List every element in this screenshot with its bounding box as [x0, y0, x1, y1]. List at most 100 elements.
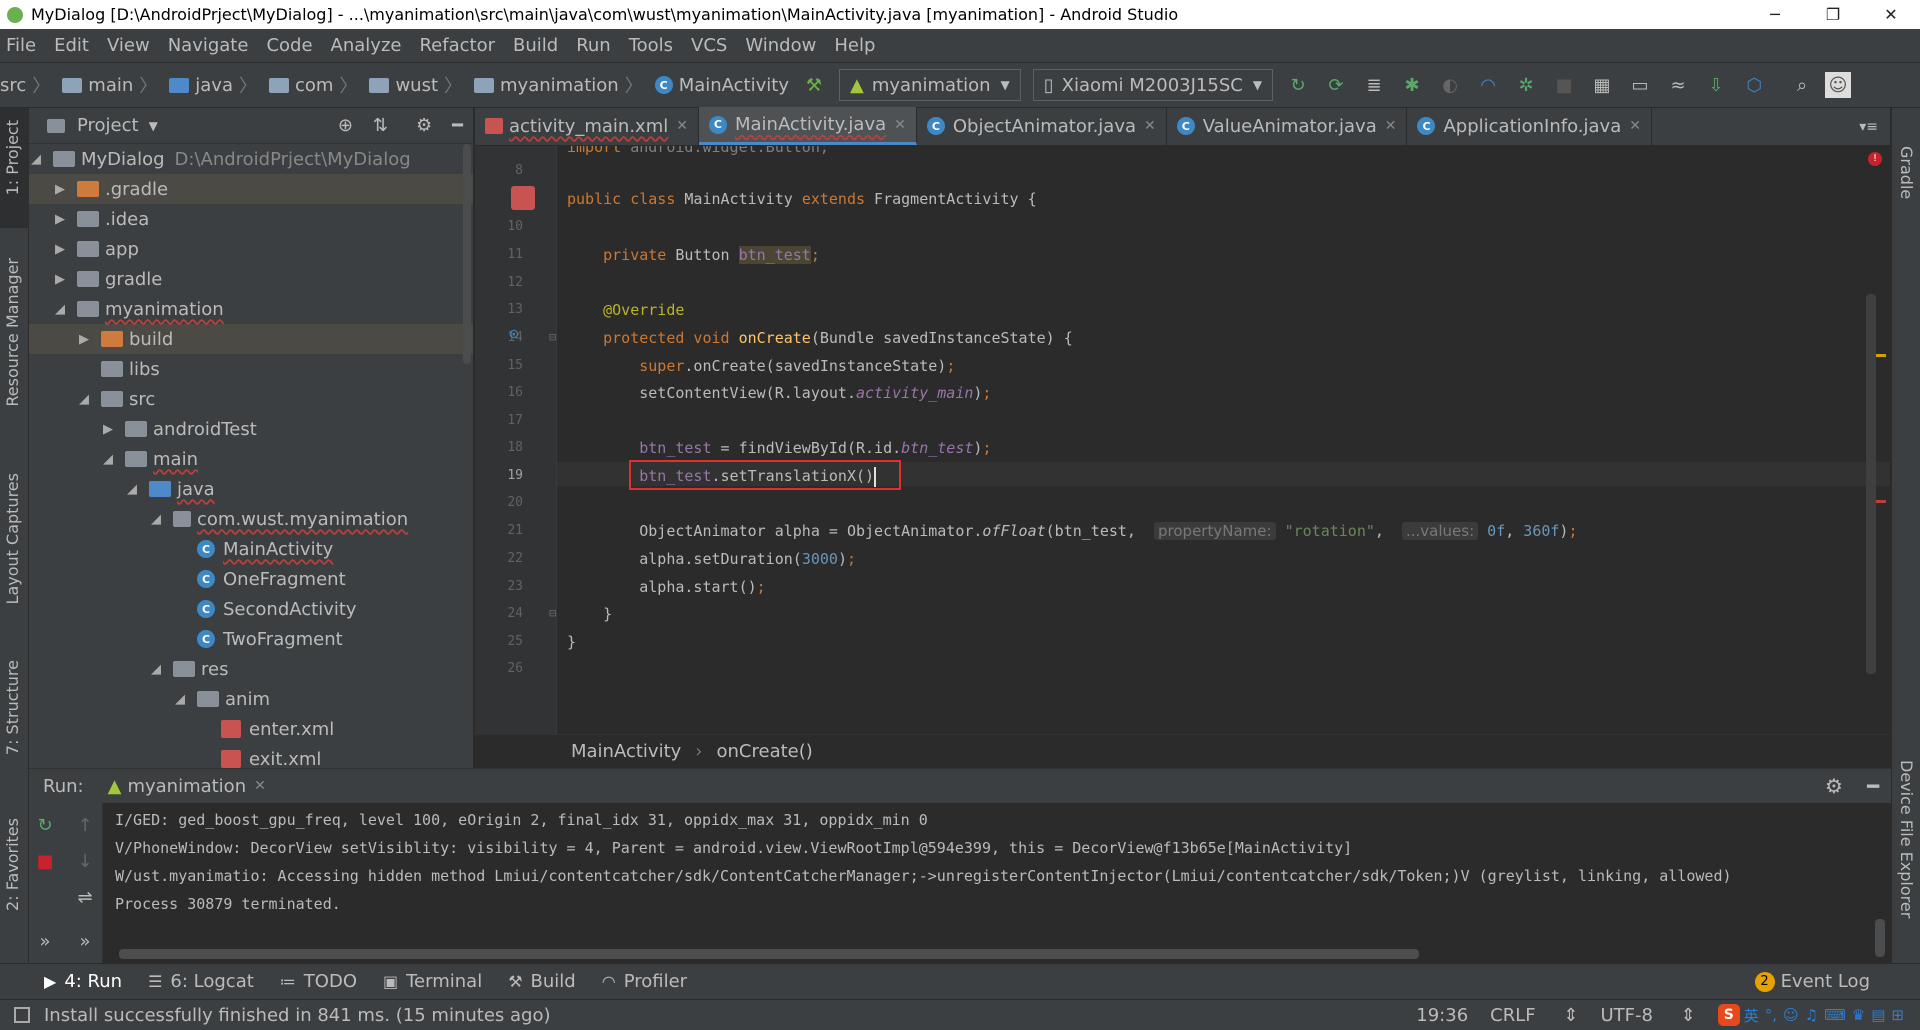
hide-panel-icon[interactable]: ━	[452, 115, 463, 136]
tree-item-myanimation[interactable]: ◢ myanimation	[29, 294, 473, 324]
menu-window[interactable]: Window	[745, 35, 816, 56]
event-log-button[interactable]: 2 Event Log	[1754, 971, 1870, 992]
sdk-manager-icon[interactable]: ⇩	[1701, 70, 1731, 100]
editor-scrollbar[interactable]	[1866, 294, 1876, 674]
tree-item-res[interactable]: ◢ res	[29, 654, 473, 684]
menu-grid-icon[interactable]: ⊞	[1891, 1006, 1904, 1024]
more-actions-icon[interactable]: »	[73, 929, 97, 953]
locate-file-icon[interactable]: ⊕	[338, 115, 353, 136]
toggle-tool-windows-icon[interactable]	[14, 1007, 30, 1023]
gear-icon[interactable]: ⚙	[1825, 774, 1843, 798]
tool-tab-structure[interactable]: 7: Structure	[3, 660, 22, 755]
avd-manager-icon[interactable]: ≈	[1663, 70, 1693, 100]
tab-applicationinfo-java[interactable]: C ApplicationInfo.java ✕	[1407, 107, 1652, 145]
chevron-down-icon[interactable]: ◢	[173, 692, 187, 707]
project-panel-title[interactable]: Project	[77, 115, 139, 136]
debug-icon[interactable]: ✱	[1397, 70, 1427, 100]
menu-tools[interactable]: Tools	[629, 35, 673, 56]
tree-item-idea[interactable]: ▶ .idea	[29, 204, 473, 234]
toolwin-todo[interactable]: ≔ TODO	[280, 971, 357, 992]
tab-mainactivity-java[interactable]: C MainActivity.java ✕	[698, 107, 917, 145]
chevron-down-icon[interactable]: ▼	[149, 119, 158, 133]
search-icon[interactable]: ⌕	[1787, 70, 1817, 100]
toolbox-icon[interactable]: ▤	[1871, 1006, 1885, 1024]
attach-debugger-icon[interactable]: ✲	[1511, 70, 1541, 100]
menu-vcs[interactable]: VCS	[691, 35, 727, 56]
tree-item-java[interactable]: ◢ java	[29, 474, 473, 504]
layout-file-gutter-icon[interactable]	[511, 186, 535, 210]
gear-icon[interactable]: ⚙	[416, 115, 432, 136]
nav-crumb-java[interactable]: java 〉	[163, 72, 257, 98]
hide-panel-icon[interactable]: ━	[1867, 774, 1879, 798]
chevron-right-icon[interactable]: ▶	[101, 422, 115, 437]
tree-item-exit-xml[interactable]: exit.xml	[29, 744, 473, 768]
tree-item-gradle-dot[interactable]: ▶ .gradle	[29, 174, 473, 204]
close-icon[interactable]: ✕	[676, 118, 688, 134]
toolwin-build[interactable]: ⚒ Build	[508, 971, 576, 992]
more-actions-icon[interactable]: »	[33, 929, 57, 953]
rerun-icon[interactable]: ↻	[33, 813, 57, 837]
nav-crumb-com[interactable]: com 〉	[263, 72, 357, 98]
tool-tab-resource-manager[interactable]: Resource Manager	[3, 258, 22, 407]
toolwin-run[interactable]: ▶ 4: Run	[44, 971, 122, 992]
tool-tab-project[interactable]: 1: Project	[3, 120, 22, 195]
chevron-down-icon[interactable]: ◢	[149, 512, 163, 527]
toolwin-profiler[interactable]: ◠ Profiler	[602, 971, 687, 992]
punctuation-icon[interactable]: °,	[1765, 1006, 1777, 1024]
tree-item-enter-xml[interactable]: enter.xml	[29, 714, 473, 744]
tabs-overflow-icon[interactable]: ▾≡	[1859, 119, 1878, 135]
tree-item-build[interactable]: ▶ build	[29, 324, 473, 354]
encoding-select[interactable]: UTF-8 ⇕	[1600, 1005, 1695, 1026]
collapse-all-icon[interactable]: ⇅	[373, 115, 388, 136]
fold-icon[interactable]: ⊟	[549, 606, 556, 620]
user-avatar-icon[interactable]: ☺	[1825, 72, 1852, 98]
project-scrollbar[interactable]	[463, 144, 471, 364]
toolwin-logcat[interactable]: ☰ 6: Logcat	[148, 971, 254, 992]
menu-analyze[interactable]: Analyze	[331, 35, 402, 56]
chevron-down-icon[interactable]: ◢	[53, 302, 67, 317]
chevron-down-icon[interactable]: ◢	[125, 482, 139, 497]
restore-button[interactable]: ❐	[1804, 0, 1862, 29]
tool-tab-favorites[interactable]: 2: Favorites	[3, 818, 22, 911]
console-output[interactable]: I/GED: ged_boost_gpu_freq, level 100, eO…	[115, 809, 1732, 921]
nav-crumb-wust[interactable]: wust 〉	[363, 72, 462, 98]
tab-activity-main-xml[interactable]: activity_main.xml ✕	[475, 107, 699, 145]
close-icon[interactable]: ✕	[1144, 118, 1156, 134]
tree-item-libs[interactable]: libs	[29, 354, 473, 384]
device-select[interactable]: ▯ Xiaomi M2003J15SC ▼	[1032, 69, 1274, 101]
sogou-ime-icon[interactable]: S	[1717, 1004, 1740, 1026]
tree-item-androidtest[interactable]: ▶ androidTest	[29, 414, 473, 444]
tree-item-mainactivity[interactable]: C MainActivity	[29, 534, 473, 564]
chevron-down-icon[interactable]: ◢	[77, 392, 91, 407]
run-tab-myanimation[interactable]: ▲ myanimation ✕	[108, 776, 266, 797]
menu-run[interactable]: Run	[576, 35, 611, 56]
stop-icon[interactable]: ■	[1549, 70, 1579, 100]
soft-wrap-icon[interactable]: ⇌	[73, 885, 97, 909]
tree-item-package[interactable]: ◢ com.wust.myanimation	[29, 504, 473, 534]
arrow-up-icon[interactable]: ↑	[73, 813, 97, 837]
chevron-down-icon[interactable]: ◢	[101, 452, 115, 467]
breadcrumb-method[interactable]: onCreate()	[717, 741, 813, 762]
keyboard-icon[interactable]: ⌨	[1824, 1006, 1846, 1024]
apply-code-changes-icon[interactable]: ⟳	[1321, 70, 1351, 100]
menu-navigate[interactable]: Navigate	[168, 35, 249, 56]
make-project-hammer-icon[interactable]: ⚒	[799, 70, 829, 100]
override-gutter-icon[interactable]: ⊙	[509, 324, 519, 343]
close-icon[interactable]: ✕	[254, 778, 266, 794]
coverage-icon[interactable]: ◐	[1435, 70, 1465, 100]
code-editor[interactable]: 8 9 10 11 12 13 14 15 16 17 18 19 20 21 …	[475, 146, 1890, 734]
tool-tab-layout-captures[interactable]: Layout Captures	[3, 473, 22, 604]
tree-item-main[interactable]: ◢ main	[29, 444, 473, 474]
tree-item-mydialog[interactable]: ◢ MyDialog D:\AndroidPrject\MyDialog	[29, 144, 473, 174]
skin-icon[interactable]: ♛	[1852, 1006, 1865, 1024]
apply-changes-restart-icon[interactable]: ↻	[1283, 70, 1313, 100]
stop-icon[interactable]: ■	[33, 849, 57, 873]
chevron-right-icon[interactable]: ▶	[77, 332, 91, 347]
breadcrumb-class[interactable]: MainActivity	[571, 741, 681, 762]
nav-crumb-main[interactable]: main 〉	[56, 72, 157, 98]
layout-inspector-icon[interactable]: ⬡	[1739, 70, 1769, 100]
chevron-down-icon[interactable]: ◢	[149, 662, 163, 677]
menu-build[interactable]: Build	[513, 35, 558, 56]
error-indicator-icon[interactable]: !	[1868, 152, 1882, 166]
ime-language[interactable]: 英	[1744, 1005, 1759, 1026]
